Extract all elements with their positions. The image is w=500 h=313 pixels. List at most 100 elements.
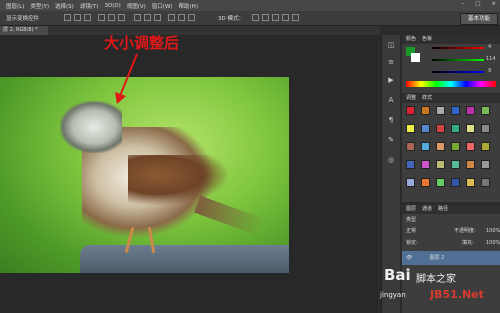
style-swatch[interactable] bbox=[436, 106, 445, 115]
align-center-icon[interactable] bbox=[108, 14, 115, 21]
eye-icon[interactable]: 👁 bbox=[406, 251, 414, 265]
layer-filter-row: 类型 bbox=[402, 215, 500, 225]
style-swatch[interactable] bbox=[466, 124, 475, 133]
close-icon[interactable]: × bbox=[491, 1, 496, 7]
blue-slider[interactable] bbox=[432, 71, 484, 73]
style-swatch[interactable] bbox=[421, 124, 430, 133]
style-swatch[interactable] bbox=[406, 160, 415, 169]
character-icon[interactable]: A bbox=[386, 95, 396, 105]
style-swatch[interactable] bbox=[466, 106, 475, 115]
tab-styles[interactable]: 样式 bbox=[422, 94, 432, 103]
dog-head-layer[interactable] bbox=[60, 101, 122, 153]
red-slider[interactable] bbox=[432, 47, 484, 49]
style-swatch[interactable] bbox=[406, 142, 415, 151]
style-swatch[interactable] bbox=[466, 160, 475, 169]
menu-help[interactable]: 帮助(H) bbox=[179, 2, 198, 10]
tab-color[interactable]: 颜色 bbox=[406, 35, 416, 44]
transform-controls-label[interactable]: 显示变换控件 bbox=[6, 14, 39, 22]
menu-filter[interactable]: 滤镜(T) bbox=[80, 2, 99, 10]
style-swatch[interactable] bbox=[436, 178, 445, 187]
style-swatch[interactable] bbox=[406, 106, 415, 115]
history-icon[interactable]: ◫ bbox=[386, 40, 396, 50]
opacity-input[interactable]: 100% bbox=[486, 226, 500, 236]
background-color-swatch[interactable] bbox=[411, 53, 420, 62]
style-swatch[interactable] bbox=[466, 178, 475, 187]
3d-roll-icon[interactable] bbox=[262, 14, 269, 21]
distribute-top-icon[interactable] bbox=[134, 14, 141, 21]
style-swatch[interactable] bbox=[481, 124, 490, 133]
style-swatch[interactable] bbox=[451, 124, 460, 133]
blend-mode-select[interactable]: 正常 bbox=[406, 228, 416, 234]
3d-scale-icon[interactable] bbox=[292, 14, 299, 21]
style-swatch[interactable] bbox=[451, 106, 460, 115]
style-swatch[interactable] bbox=[451, 178, 460, 187]
properties-icon[interactable]: ≡ bbox=[386, 57, 396, 67]
distribute-bottom-icon[interactable] bbox=[154, 14, 161, 21]
menu-view[interactable]: 视图(V) bbox=[127, 2, 146, 10]
tab-layers[interactable]: 图层 bbox=[406, 205, 416, 214]
style-swatch[interactable] bbox=[436, 160, 445, 169]
style-swatch[interactable] bbox=[481, 160, 490, 169]
distribute-middle-icon[interactable] bbox=[144, 14, 151, 21]
green-value[interactable]: 114 bbox=[486, 56, 496, 62]
maximize-icon[interactable]: □ bbox=[475, 1, 480, 7]
distribute-center-icon[interactable] bbox=[178, 14, 185, 21]
style-swatch[interactable] bbox=[451, 142, 460, 151]
menu-window[interactable]: 窗口(W) bbox=[152, 2, 173, 10]
style-swatch[interactable] bbox=[406, 178, 415, 187]
style-swatch[interactable] bbox=[421, 142, 430, 151]
menu-layer[interactable]: 图层(L) bbox=[6, 2, 24, 10]
align-top-icon[interactable] bbox=[64, 14, 71, 21]
annotation-arrow bbox=[115, 53, 138, 104]
green-slider[interactable] bbox=[432, 59, 484, 61]
style-swatch[interactable] bbox=[421, 106, 430, 115]
distribute-left-icon[interactable] bbox=[168, 14, 175, 21]
canvas-image[interactable] bbox=[0, 77, 289, 273]
style-swatch[interactable] bbox=[421, 160, 430, 169]
color-panel: 颜色 色板 4 114 9 bbox=[402, 35, 500, 93]
document-tab[interactable]: 层 2, RGB/8) * bbox=[0, 26, 48, 35]
tab-paths[interactable]: 路径 bbox=[438, 205, 448, 214]
3d-pan-icon[interactable] bbox=[272, 14, 279, 21]
opacity-label: 不透明度: bbox=[454, 228, 476, 234]
menu-type[interactable]: 类型(Y) bbox=[30, 2, 49, 10]
fill-input[interactable]: 100% bbox=[486, 238, 500, 248]
layer-row-selected[interactable]: 👁 图层 2 bbox=[402, 251, 500, 265]
style-swatch[interactable] bbox=[436, 142, 445, 151]
color-ramp[interactable] bbox=[406, 81, 496, 87]
style-swatch[interactable] bbox=[481, 106, 490, 115]
3d-rotate-icon[interactable] bbox=[252, 14, 259, 21]
minimize-icon[interactable]: – bbox=[461, 1, 464, 7]
style-swatch[interactable] bbox=[481, 178, 490, 187]
align-left-icon[interactable] bbox=[98, 14, 105, 21]
tab-channels[interactable]: 通道 bbox=[422, 205, 432, 214]
styles-panel-tabs: 调整 样式 bbox=[402, 94, 500, 103]
align-right-icon[interactable] bbox=[118, 14, 125, 21]
3d-slide-icon[interactable] bbox=[282, 14, 289, 21]
workspace-switcher[interactable]: 基本功能 bbox=[460, 13, 498, 25]
distribute-right-icon[interactable] bbox=[188, 14, 195, 21]
layers-panel-tabs: 图层 通道 路径 bbox=[402, 205, 500, 214]
align-middle-icon[interactable] bbox=[74, 14, 81, 21]
style-swatch[interactable] bbox=[406, 124, 415, 133]
style-swatch[interactable] bbox=[466, 142, 475, 151]
style-swatch[interactable] bbox=[421, 178, 430, 187]
watermark-site-en: JB51.Net bbox=[430, 288, 484, 301]
red-value[interactable]: 4 bbox=[488, 44, 491, 50]
style-swatch[interactable] bbox=[451, 160, 460, 169]
style-swatch[interactable] bbox=[481, 142, 490, 151]
blue-value[interactable]: 9 bbox=[488, 68, 491, 74]
menu-3d[interactable]: 3D(D) bbox=[104, 3, 120, 9]
window-controls: – □ × bbox=[455, 1, 496, 7]
layer-name[interactable]: 图层 2 bbox=[430, 255, 445, 261]
tab-adjustments[interactable]: 调整 bbox=[406, 94, 416, 103]
menu-select[interactable]: 选择(S) bbox=[55, 2, 74, 10]
style-swatch[interactable] bbox=[436, 124, 445, 133]
paragraph-icon[interactable]: ¶ bbox=[386, 115, 396, 125]
clone-icon[interactable]: ◎ bbox=[386, 155, 396, 165]
actions-icon[interactable]: ▶ bbox=[386, 75, 396, 85]
align-bottom-icon[interactable] bbox=[84, 14, 91, 21]
layer-kind-select[interactable]: 类型 bbox=[406, 217, 416, 223]
brush-icon[interactable]: ✎ bbox=[386, 135, 396, 145]
tab-swatches[interactable]: 色板 bbox=[422, 35, 432, 44]
